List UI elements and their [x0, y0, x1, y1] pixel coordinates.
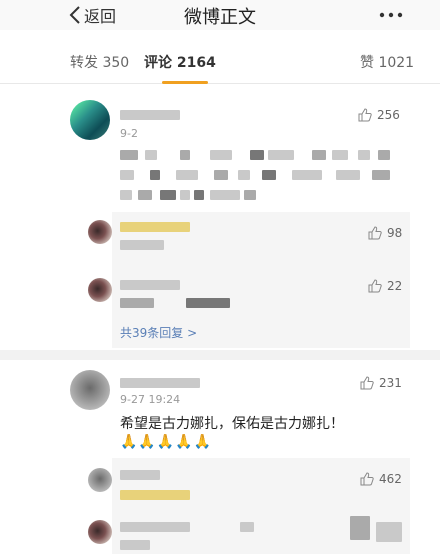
more-replies-link[interactable]: 共39条回复 > [120, 324, 197, 341]
avatar[interactable] [88, 278, 112, 302]
comment-text: 希望是古力娜扎，保佑是古力娜扎！ [120, 416, 344, 432]
like-button[interactable]: 22 [368, 277, 402, 295]
like-button[interactable]: 256 [358, 106, 400, 124]
reply-text-blurred [120, 298, 154, 308]
thumbs-up-icon [368, 279, 382, 293]
avatar[interactable] [88, 520, 112, 544]
active-tab-indicator [162, 81, 208, 84]
avatar[interactable] [88, 468, 112, 492]
like-button[interactable]: 231 [360, 374, 402, 392]
username-blurred[interactable] [120, 110, 180, 120]
avatar[interactable] [70, 100, 110, 140]
tab-comments[interactable]: 评论 2164 [144, 52, 216, 72]
reply-text-blurred [120, 540, 150, 550]
prayer-emoji: 🙏🙏🙏🙏🙏 [120, 434, 213, 450]
tab-likes[interactable]: 赞 1021 [360, 52, 414, 72]
comment-date: 9-2 [120, 127, 138, 140]
thumbs-up-icon [360, 472, 374, 486]
like-count: 462 [379, 472, 402, 486]
like-count: 256 [377, 108, 400, 122]
avatar[interactable] [70, 370, 110, 410]
comment-divider [0, 350, 440, 360]
thumbs-up-icon [358, 108, 372, 122]
more-options-icon[interactable] [378, 8, 404, 22]
thumbs-up-icon [360, 376, 374, 390]
username-blurred[interactable] [120, 378, 200, 388]
like-count: 22 [387, 279, 403, 293]
username-blurred[interactable] [120, 280, 180, 290]
username-blurred[interactable] [120, 522, 190, 532]
username-blurred[interactable] [120, 222, 190, 232]
navigation-bar: 返回 微博正文 [0, 0, 440, 30]
like-count: 231 [379, 376, 402, 390]
page-title: 微博正文 [184, 7, 256, 28]
thumbs-up-icon [368, 226, 382, 240]
tab-repost[interactable]: 转发 350 [70, 52, 129, 72]
comment-date: 9-27 19:24 [120, 393, 181, 406]
like-button[interactable]: 462 [360, 470, 402, 488]
like-count: 98 [387, 226, 403, 240]
reply-text-blurred [120, 490, 190, 500]
avatar[interactable] [88, 220, 112, 244]
tab-bar: 转发 350 评论 2164 赞 1021 [0, 44, 440, 84]
username-blurred[interactable] [120, 470, 160, 480]
reply-text-blurred [120, 240, 164, 250]
like-button[interactable]: 98 [368, 224, 402, 242]
